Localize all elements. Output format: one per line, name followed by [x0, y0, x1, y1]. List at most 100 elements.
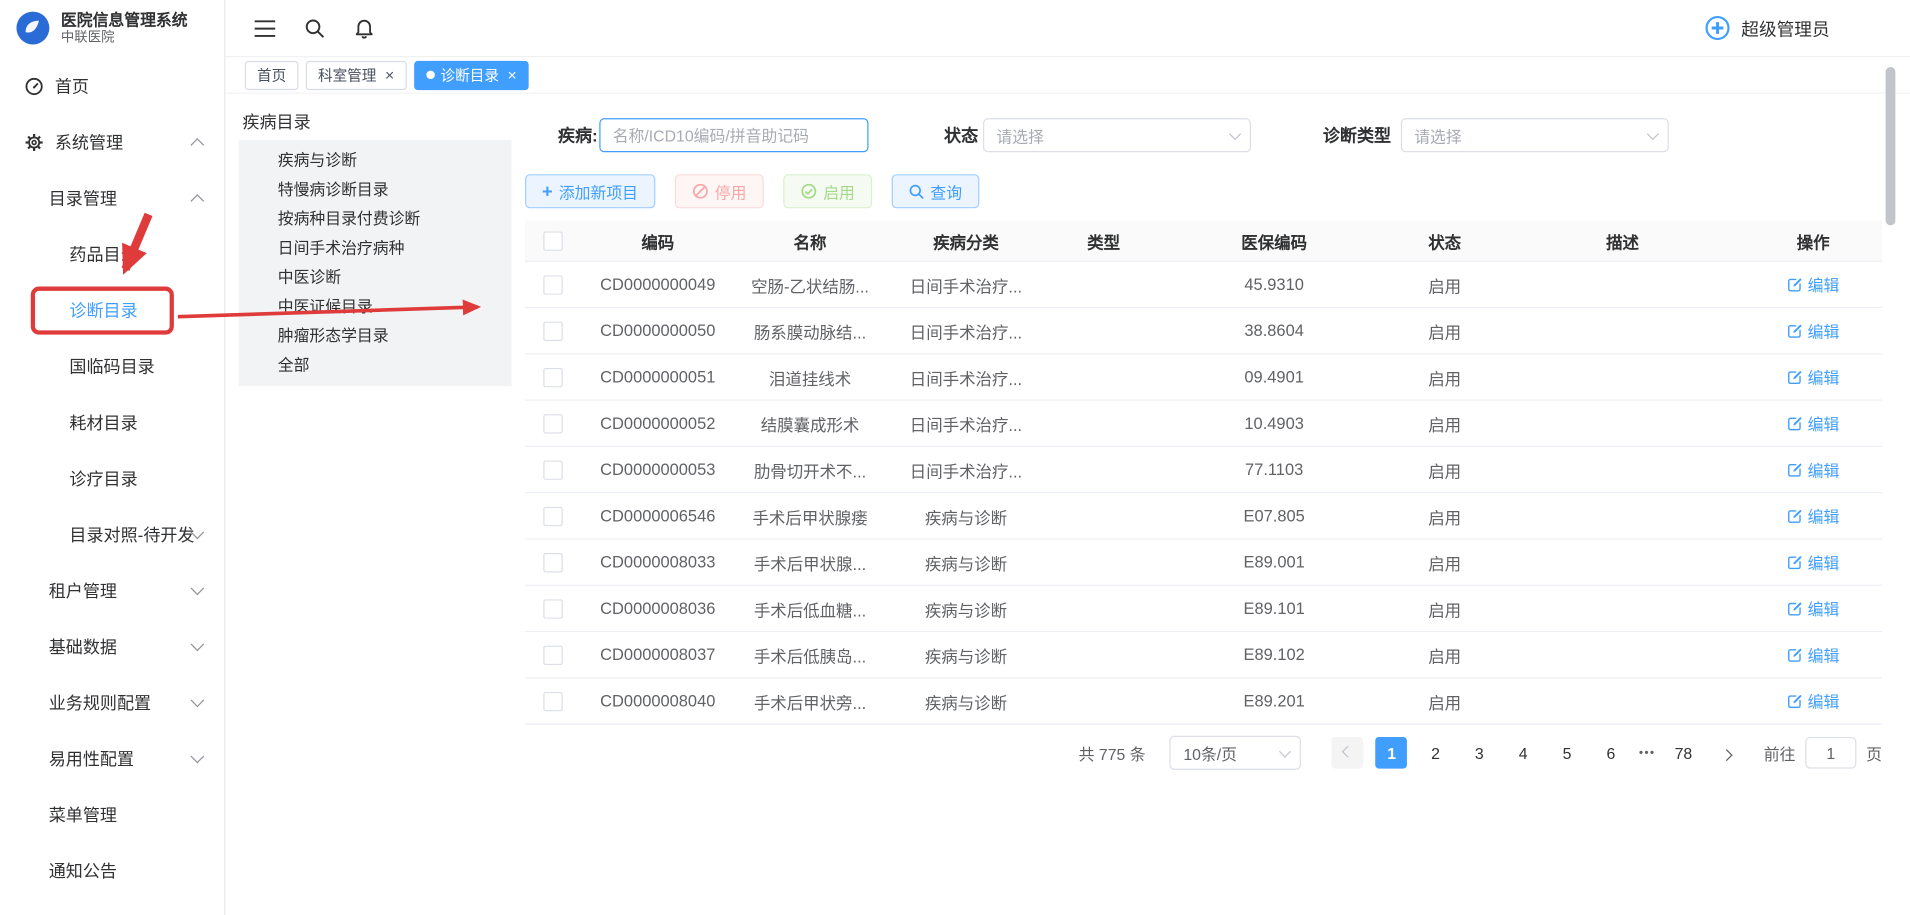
page-button-4[interactable]: 4: [1507, 737, 1539, 769]
edit-button[interactable]: 编辑: [1787, 689, 1839, 712]
edit-button[interactable]: 编辑: [1787, 365, 1839, 388]
sidebar-item-tenant-mgmt[interactable]: 租户管理: [0, 563, 224, 619]
query-button[interactable]: 查询: [891, 174, 979, 208]
sidebar-item-base-data[interactable]: 基础数据: [0, 619, 224, 675]
diag-type-select[interactable]: 请选择: [1401, 118, 1669, 152]
catalog-item-all[interactable]: 全部: [239, 351, 512, 380]
table-row: CD0000000053 肋骨切开术不... 日间手术治疗... 77.1103…: [525, 447, 1882, 493]
row-checkbox[interactable]: [543, 414, 562, 433]
catalog-item-tumor-morphology[interactable]: 肿瘤形态学目录: [239, 322, 512, 351]
user-name: 超级管理员: [1741, 15, 1829, 41]
catalog-item-day-surgery[interactable]: 日间手术治疗病种: [239, 234, 512, 263]
sidebar-item-notice[interactable]: 通知公告: [0, 843, 224, 899]
tab-dept-mgmt[interactable]: 科室管理 ×: [306, 60, 407, 89]
status-select-placeholder: 请选择: [996, 124, 1044, 147]
catalog-item-tcm-diagnosis[interactable]: 中医诊断: [239, 263, 512, 292]
tab-diagnosis-catalog[interactable]: 诊断目录 ×: [414, 60, 529, 89]
sidebar-item-business-rules[interactable]: 业务规则配置: [0, 675, 224, 731]
status-select[interactable]: 请选择: [983, 118, 1251, 152]
row-checkbox[interactable]: [543, 321, 562, 340]
filter-bar: 疾病: 状态 请选择 诊断类型 请选择: [225, 118, 1910, 152]
prev-page-button[interactable]: [1332, 737, 1364, 769]
row-checkbox[interactable]: [543, 275, 562, 294]
sidebar-item-treatment-catalog[interactable]: 诊疗目录: [0, 451, 224, 507]
page-button-5[interactable]: 5: [1551, 737, 1583, 769]
edit-button[interactable]: 编辑: [1787, 551, 1839, 574]
sidebar-item-label: 药品目录: [69, 242, 137, 266]
sidebar-item-catalog-mgmt[interactable]: 目录管理: [0, 171, 224, 227]
sidebar-item-drug-catalog[interactable]: 药品目录: [0, 227, 224, 283]
collapse-menu-button[interactable]: [255, 19, 276, 37]
row-checkbox[interactable]: [543, 645, 562, 664]
edit-button[interactable]: 编辑: [1787, 319, 1839, 342]
cell-category: 疾病与诊断: [884, 596, 1047, 620]
table-row: CD0000000049 空肠-乙状结肠... 日间手术治疗... 45.931…: [525, 262, 1882, 308]
catalog-item-tcm-syndrome[interactable]: 中医证候目录: [239, 292, 512, 321]
page-button-3[interactable]: 3: [1464, 737, 1496, 769]
row-checkbox[interactable]: [543, 367, 562, 386]
row-checkbox[interactable]: [543, 691, 562, 710]
page-button-78[interactable]: 78: [1668, 737, 1700, 769]
close-icon[interactable]: ×: [508, 67, 517, 83]
edit-icon: [1787, 369, 1803, 385]
disease-search-input[interactable]: [599, 118, 868, 152]
sidebar-item-label: 目录管理: [49, 186, 117, 210]
scrollbar-thumb[interactable]: [1886, 67, 1896, 225]
status-filter-label: 状态: [944, 118, 978, 152]
goto-page-input[interactable]: [1805, 737, 1856, 769]
select-all-checkbox[interactable]: [543, 231, 562, 250]
pagination-ellipsis[interactable]: •••: [1639, 746, 1655, 759]
row-checkbox[interactable]: [543, 506, 562, 525]
table-header-cell: 类型: [1048, 228, 1160, 252]
sidebar-item-home[interactable]: 首页: [0, 58, 224, 114]
cell-status: 启用: [1389, 411, 1501, 435]
cell-name: 肋骨切开术不...: [736, 457, 885, 481]
edit-icon: [1787, 323, 1803, 339]
edit-button[interactable]: 编辑: [1787, 458, 1839, 481]
page-button-1[interactable]: 1: [1376, 737, 1408, 769]
user-menu[interactable]: 超级管理员: [1704, 15, 1830, 42]
catalog-item-special-chronic[interactable]: 特慢病诊断目录: [239, 175, 512, 204]
edit-icon: [1787, 462, 1803, 478]
edit-button[interactable]: 编辑: [1787, 643, 1839, 666]
cell-status: 启用: [1389, 365, 1501, 389]
edit-label: 编辑: [1808, 273, 1840, 296]
main-content: 疾病目录 疾病与诊断 特慢病诊断目录 按病种目录付费诊断 日间手术治疗病种 中医…: [225, 94, 1910, 915]
tab-home[interactable]: 首页: [245, 60, 299, 89]
page-size-select[interactable]: 10条/页: [1170, 736, 1302, 770]
page-scrollbar[interactable]: [1886, 0, 1896, 915]
edit-button[interactable]: 编辑: [1787, 504, 1839, 527]
diag-type-select-placeholder: 请选择: [1414, 124, 1462, 147]
disable-button[interactable]: 停用: [675, 174, 764, 208]
page-button-2[interactable]: 2: [1420, 737, 1452, 769]
close-icon[interactable]: ×: [385, 67, 394, 83]
add-item-button[interactable]: + 添加新项目: [525, 174, 655, 208]
catalog-list: 疾病与诊断 特慢病诊断目录 按病种目录付费诊断 日间手术治疗病种 中医诊断 中医…: [239, 140, 512, 386]
edit-button[interactable]: 编辑: [1787, 273, 1839, 296]
sidebar-item-national-code-catalog[interactable]: 国临码目录: [0, 339, 224, 395]
page-button-6[interactable]: 6: [1595, 737, 1627, 769]
table-row: CD0000000051 泪道挂线术 日间手术治疗... 09.4901 启用 …: [525, 354, 1882, 400]
row-checkbox[interactable]: [543, 460, 562, 479]
gear-icon: [24, 133, 43, 152]
notifications-button[interactable]: [354, 17, 373, 39]
cell-name: 手术后低血糖...: [736, 596, 885, 620]
chevron-up-icon: [190, 194, 204, 208]
sidebar-item-diagnosis-catalog[interactable]: 诊断目录: [0, 283, 224, 339]
enable-button[interactable]: 启用: [783, 174, 872, 208]
edit-button[interactable]: 编辑: [1787, 412, 1839, 435]
sidebar-item-system-mgmt[interactable]: 系统管理: [0, 115, 224, 171]
sidebar-item-menu-mgmt[interactable]: 菜单管理: [0, 787, 224, 843]
cell-status: 启用: [1389, 272, 1501, 296]
catalog-item-drg-payment[interactable]: 按病种目录付费诊断: [239, 205, 512, 234]
sidebar-item-catalog-mapping[interactable]: 目录对照-待开发: [0, 507, 224, 563]
row-checkbox[interactable]: [543, 552, 562, 571]
global-search-button[interactable]: [305, 18, 326, 39]
edit-button[interactable]: 编辑: [1787, 597, 1839, 620]
edit-label: 编辑: [1808, 412, 1840, 435]
sidebar-item-consumable-catalog[interactable]: 耗材目录: [0, 395, 224, 451]
row-checkbox[interactable]: [543, 599, 562, 618]
sidebar-item-usability-config[interactable]: 易用性配置: [0, 731, 224, 787]
next-page-button[interactable]: [1711, 737, 1743, 769]
cell-code: CD0000000053: [580, 460, 736, 478]
